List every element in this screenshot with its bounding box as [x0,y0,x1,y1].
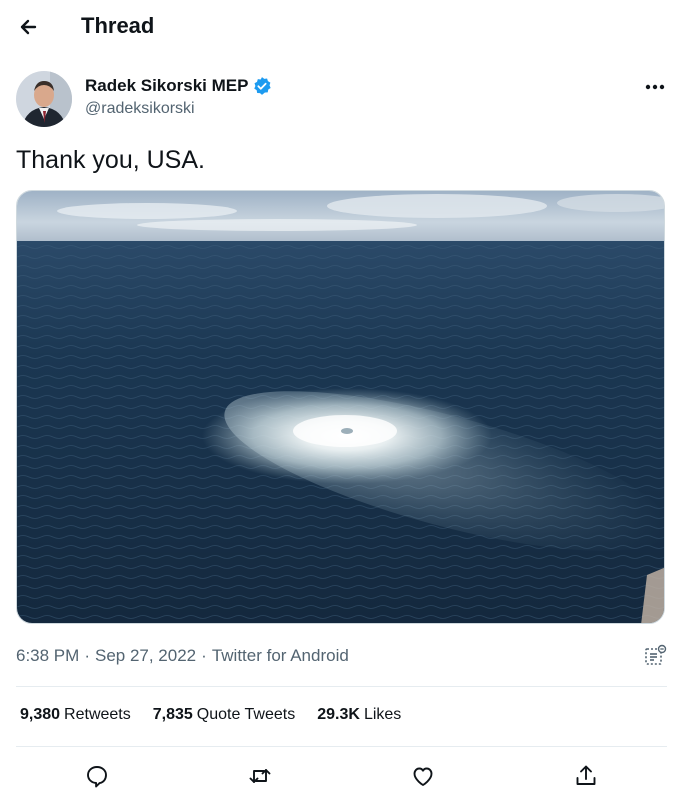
retweets-count: 9,380 [20,706,61,723]
analytics-button[interactable] [643,644,667,668]
tweet-meta: 6:38 PM · Sep 27, 2022 · Twitter for Android [16,646,349,666]
tweet-text: Thank you, USA. [16,146,205,174]
page-title: Thread [81,13,155,38]
share-icon [576,765,596,785]
quote-tweets-count: 7,835 [152,706,193,723]
analytics-icon [645,644,667,665]
avatar[interactable] [16,71,72,127]
retweets-label: Retweets [64,706,131,723]
likes-count: 29.3K [317,706,360,723]
likes-stat[interactable]: 29.3K Likes [317,706,401,724]
quote-tweets-label: Quote Tweets [196,706,296,723]
divider [16,686,667,687]
like-button[interactable] [409,762,437,790]
reply-button[interactable] [83,762,111,790]
share-button[interactable] [572,762,600,790]
tweet-stats: 9,380 Retweets 7,835 Quote Tweets 29.3K Lik… [20,706,423,724]
tweet-date[interactable]: Sep 27, 2022 [95,646,196,665]
separator-dot: · [84,646,90,665]
divider [16,746,667,747]
tweet-image[interactable] [16,190,665,624]
author-handle[interactable]: @radeksikorski [85,100,195,118]
likes-label: Likes [363,706,402,723]
author-name-text: Radek Sikorski MEP [85,76,249,95]
more-icon [645,84,665,90]
quote-tweets-stat[interactable]: 7,835 Quote Tweets [153,706,295,724]
retweet-icon [249,769,271,783]
tweet-actions [0,758,684,794]
reply-icon [87,766,107,788]
thread-header: Thread [0,0,684,54]
back-arrow-icon [20,19,37,35]
more-button[interactable] [640,75,670,99]
author-name[interactable]: Radek Sikorski MEP [85,76,272,96]
like-icon [413,767,433,786]
retweet-button[interactable] [246,762,274,790]
tweet-time[interactable]: 6:38 PM [16,646,79,665]
back-button[interactable] [14,12,44,42]
separator-dot: · [201,646,207,665]
verified-icon [252,76,272,96]
retweets-stat[interactable]: 9,380 Retweets [20,706,131,724]
tweet-source[interactable]: Twitter for Android [212,646,349,665]
